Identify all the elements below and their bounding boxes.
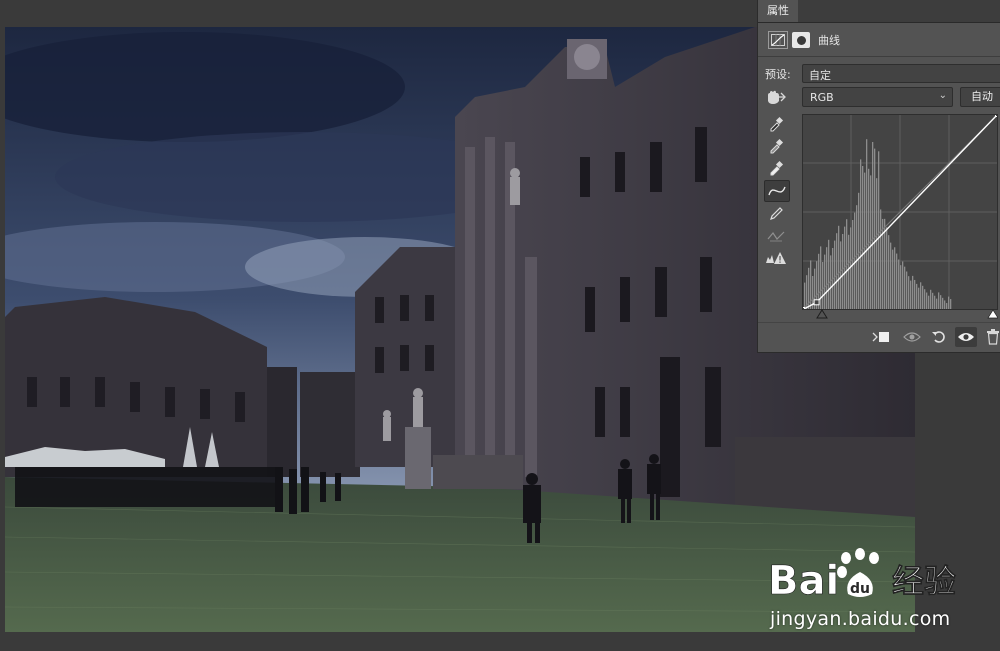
view-previous-icon[interactable]: [901, 327, 923, 347]
sample-gray-icon[interactable]: [764, 136, 788, 156]
watermark-url: jingyan.baidu.com: [770, 608, 951, 630]
chevron-down-icon: ⌄: [938, 90, 947, 101]
smooth-curve-icon[interactable]: [764, 226, 788, 246]
sample-black-icon[interactable]: [764, 114, 788, 134]
input-level-slider[interactable]: [802, 309, 999, 321]
black-point-slider[interactable]: [816, 309, 828, 319]
curve-point-icon[interactable]: [764, 180, 790, 202]
tab-properties[interactable]: 属性: [758, 0, 798, 22]
delete-trash-icon[interactable]: [982, 327, 1000, 347]
panel-tab-bar: 属性: [758, 0, 1000, 23]
channel-value: RGB: [810, 91, 834, 104]
visibility-eye-icon[interactable]: [955, 327, 977, 347]
preset-dropdown[interactable]: 自定: [802, 64, 1000, 83]
curves-graph[interactable]: [799, 111, 1000, 313]
white-point-slider[interactable]: [987, 309, 999, 319]
paw-icon: du: [837, 548, 879, 597]
properties-footer: [758, 322, 1000, 351]
adjustment-header: 曲线: [768, 30, 840, 50]
curves-tool-column: [764, 114, 792, 270]
curves-adjustment-icon: [768, 31, 788, 49]
channel-dropdown[interactable]: RGB ⌄: [802, 87, 953, 107]
preset-row: 预设: 自定: [765, 64, 1000, 83]
targeted-adjust-icon[interactable]: [765, 89, 787, 105]
preset-label: 预设:: [765, 68, 791, 81]
brand-jingyan: 经验: [892, 562, 956, 600]
auto-button[interactable]: 自动: [960, 87, 1000, 107]
properties-panel: 属性 曲线 预设: 自定 RGB ⌄ 自动: [757, 0, 1000, 353]
adjustment-title: 曲线: [818, 34, 840, 47]
baidu-jingyan-watermark: Bai du 经验 jingyan.baidu.com: [768, 546, 996, 632]
panel-divider: [758, 56, 1000, 57]
reset-icon[interactable]: [928, 327, 950, 347]
clip-to-layer-icon[interactable]: [870, 327, 892, 347]
clipping-warning-icon[interactable]: [764, 248, 788, 268]
layer-mask-icon[interactable]: [792, 32, 810, 48]
sample-white-icon[interactable]: [764, 158, 788, 178]
pencil-draw-icon[interactable]: [764, 204, 788, 224]
brand-bai: Bai: [768, 558, 839, 604]
brand-du: du: [850, 581, 870, 597]
curve-point-1[interactable]: [813, 299, 820, 306]
baidu-logo: Bai du 经验: [768, 548, 956, 604]
channel-row: RGB ⌄ 自动: [765, 87, 1000, 107]
preset-value: 自定: [809, 69, 831, 82]
